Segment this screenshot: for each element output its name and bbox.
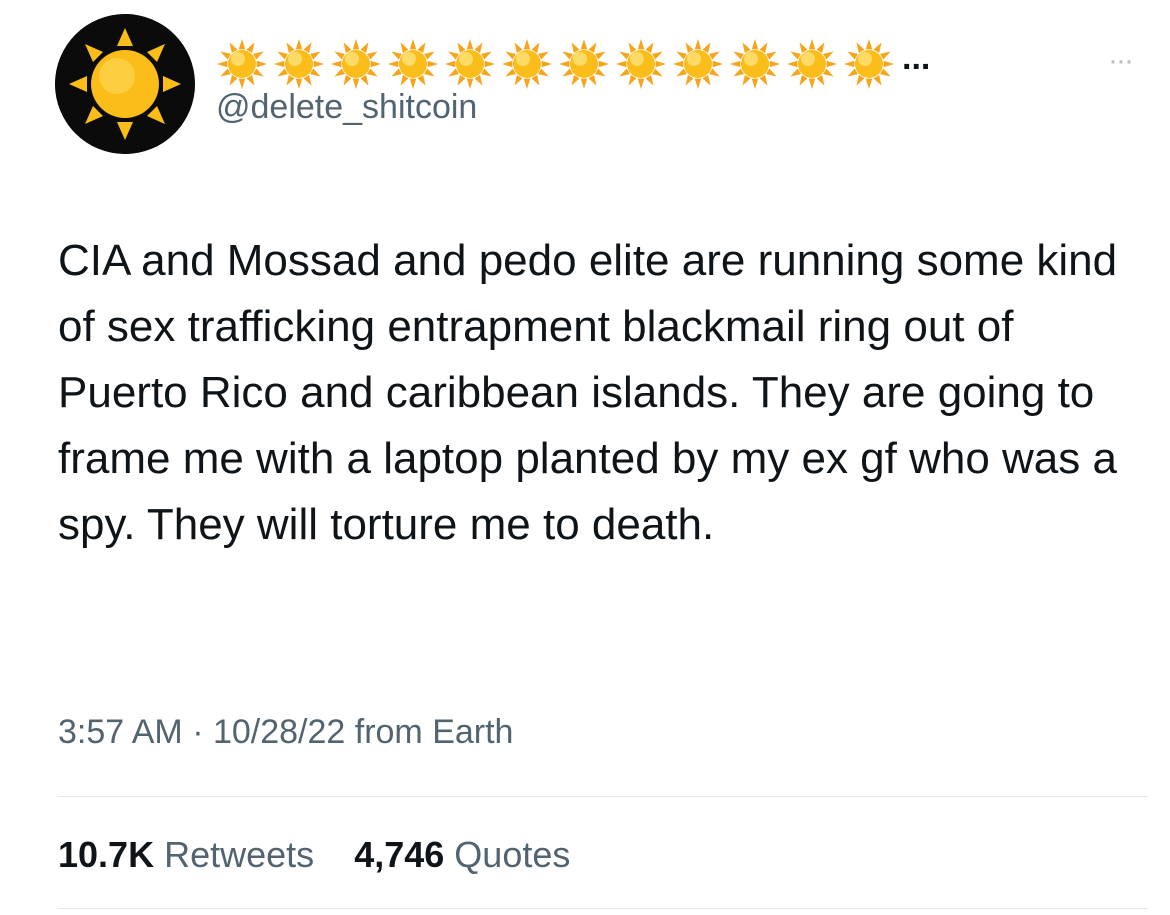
quotes-label: Quotes <box>454 834 571 875</box>
divider <box>58 908 1148 909</box>
display-name[interactable]: ... <box>216 36 930 92</box>
retweets-count: 10.7K <box>58 834 155 875</box>
tweet-stats: 10.7K Retweets 4,746 Quotes <box>58 834 600 876</box>
tweet-card: ... @delete_shitcoin ··· CIA and Mossad … <box>0 0 1170 915</box>
tweet-timestamp[interactable]: 3:57 AM · 10/28/22 from Earth <box>58 713 513 752</box>
sun-emoji <box>730 39 780 89</box>
sun-emoji <box>673 39 723 89</box>
sun-emoji <box>787 39 837 89</box>
sun-emoji <box>502 39 552 89</box>
quotes-stat[interactable]: 4,746 Quotes <box>354 834 570 876</box>
sun-icon <box>55 14 195 154</box>
sun-emoji <box>445 39 495 89</box>
retweets-stat[interactable]: 10.7K Retweets <box>58 834 314 876</box>
quotes-count: 4,746 <box>354 834 445 875</box>
sun-emoji <box>844 39 894 89</box>
retweets-label: Retweets <box>164 834 315 875</box>
sun-emoji <box>559 39 609 89</box>
sun-emoji <box>616 39 666 89</box>
more-icon[interactable]: ··· <box>1108 44 1134 78</box>
sun-emoji <box>331 39 381 89</box>
user-handle[interactable]: @delete_shitcoin <box>216 88 477 127</box>
tweet-text: CIA and Mossad and pedo elite are runnin… <box>58 236 1118 549</box>
sun-emoji <box>388 39 438 89</box>
sun-emoji <box>274 39 324 89</box>
sun-emoji <box>217 39 267 89</box>
divider <box>58 796 1148 797</box>
display-name-truncation: ... <box>902 38 931 77</box>
avatar[interactable] <box>55 14 195 154</box>
